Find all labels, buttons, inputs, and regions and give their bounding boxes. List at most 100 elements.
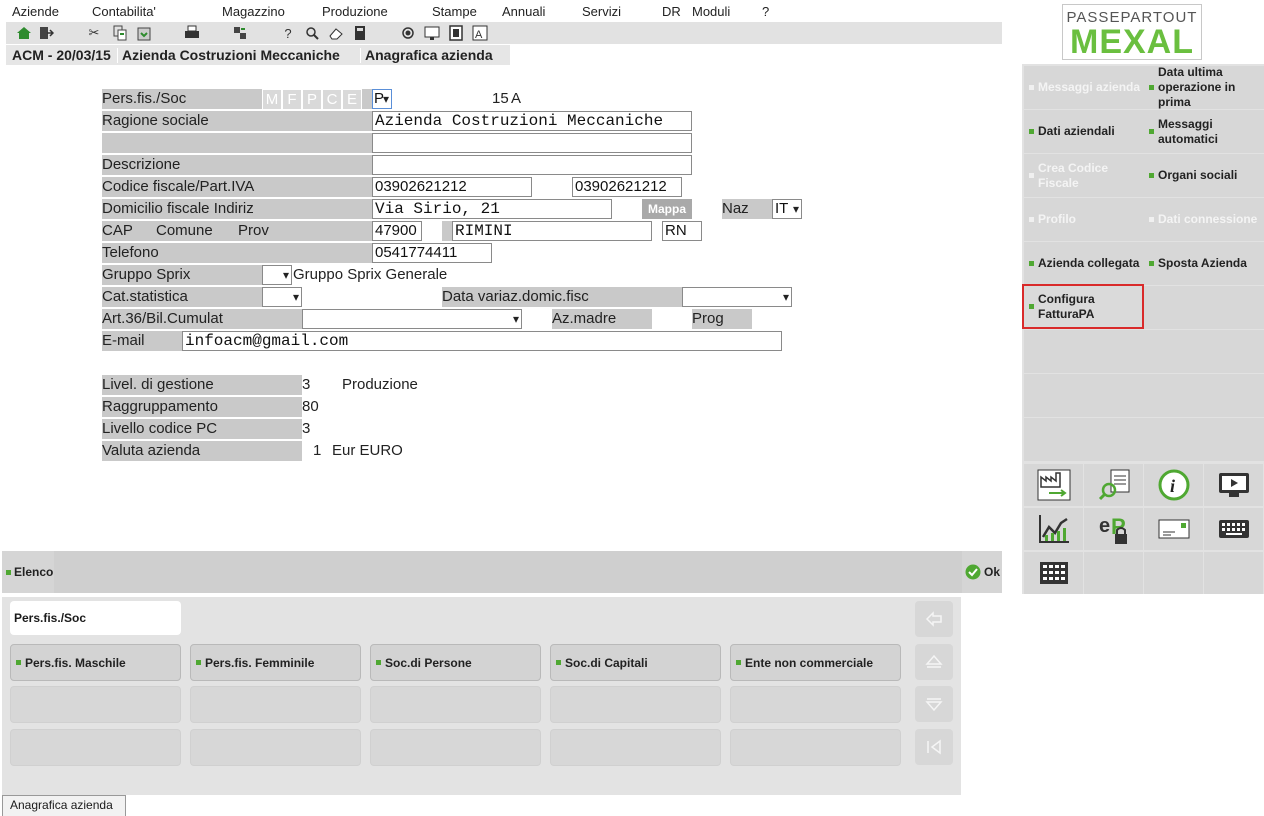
chart-icon[interactable] [1024, 508, 1083, 550]
ep-lock-icon[interactable]: eP [1084, 508, 1143, 550]
printer-icon[interactable] [184, 25, 200, 41]
eraser-icon[interactable] [328, 25, 344, 41]
data-ultima-operazione-button[interactable]: Data ultima operazione in prima [1144, 65, 1264, 109]
gruppo-sprix-label: Gruppo Sprix [102, 265, 262, 285]
ragione-sociale-input-2[interactable] [372, 133, 692, 153]
email-input[interactable]: infoacm@gmail.com [182, 331, 782, 351]
transfer-icon[interactable] [232, 25, 248, 41]
sposta-azienda-button[interactable]: Sposta Azienda [1144, 242, 1264, 285]
factory-transfer-icon[interactable] [1024, 464, 1083, 506]
calculator-icon[interactable] [352, 25, 368, 41]
menu-dr[interactable]: DR [662, 4, 681, 19]
record-icon[interactable] [400, 25, 416, 41]
menu-produzione[interactable]: Produzione [322, 4, 388, 19]
organi-sociali-button[interactable]: Organi sociali [1144, 154, 1264, 197]
window-icon[interactable] [448, 25, 464, 41]
prov-input[interactable]: RN [662, 221, 702, 241]
dati-connessione-button[interactable]: Dati connessione [1144, 198, 1264, 241]
configura-fatturapa-button[interactable]: Configura FatturaPA [1022, 284, 1144, 329]
prov-label: Prov [238, 222, 269, 239]
empty-function-slot [1024, 418, 1144, 461]
bullet-icon [6, 569, 11, 575]
exit-icon[interactable] [38, 25, 54, 41]
empty-option [370, 686, 541, 723]
nav-first-icon[interactable] [915, 729, 953, 765]
empty-icon-slot [1144, 552, 1203, 594]
livel-gestione-value: 3 [302, 376, 311, 393]
indirizzo-input[interactable]: Via Sirio, 21 [372, 199, 612, 219]
option-pers-fis-femminile[interactable]: Pers.fis. Femminile [190, 644, 361, 681]
partita-iva-input[interactable]: 03902621212 [572, 177, 682, 197]
cat-statistica-select[interactable] [262, 287, 302, 307]
menu-contabilita[interactable]: Contabilita' [92, 4, 156, 19]
menu-annuali[interactable]: Annuali [502, 4, 545, 19]
menu-servizi[interactable]: Servizi [582, 4, 621, 19]
azienda-collegata-button[interactable]: Azienda collegata [1024, 242, 1144, 285]
status-tab[interactable]: Anagrafica azienda [2, 795, 126, 816]
empty-option [190, 729, 361, 766]
comune-input[interactable]: RIMINI [452, 221, 652, 241]
cap-label: CAP [102, 222, 133, 239]
function-panel: Messaggi azienda Data ultima operazione … [1022, 64, 1264, 594]
mappa-button[interactable]: Mappa [642, 199, 692, 219]
art36-select[interactable] [302, 309, 522, 329]
art36-label: Art.36/Bil.Cumulat [102, 309, 302, 329]
help-icon[interactable]: ? [280, 25, 296, 41]
nav-page-down-icon[interactable] [915, 686, 953, 722]
copy-icon[interactable] [112, 25, 128, 41]
keyboard-icon[interactable] [1204, 508, 1263, 550]
naz-select[interactable]: IT [772, 199, 802, 219]
chip-p[interactable]: P [302, 90, 321, 109]
ok-button[interactable]: Ok [962, 551, 1002, 593]
menu-aziende[interactable]: Aziende [12, 4, 59, 19]
valuta-label: Valuta azienda [102, 441, 302, 461]
monitor-play-icon[interactable] [1204, 464, 1263, 506]
monitor-icon[interactable] [424, 25, 440, 41]
codice-fiscale-input[interactable]: 03902621212 [372, 177, 532, 197]
toolbar: ✂ ? A [6, 22, 1002, 44]
empty-option [550, 686, 721, 723]
home-icon[interactable] [16, 25, 32, 41]
crea-codice-fiscale-button[interactable]: Crea Codice Fiscale [1024, 154, 1144, 197]
svg-text:e: e [1099, 515, 1110, 537]
font-icon[interactable]: A [472, 25, 488, 41]
chip-c[interactable]: C [322, 90, 341, 109]
code-suffix: A [511, 90, 522, 107]
menu-help[interactable]: ? [762, 4, 769, 19]
menu-magazzino[interactable]: Magazzino [222, 4, 285, 19]
option-ente-non-commerciale[interactable]: Ente non commerciale [730, 644, 901, 681]
paste-icon[interactable] [136, 25, 152, 41]
cut-icon[interactable]: ✂ [86, 25, 102, 41]
envelope-icon[interactable] [1144, 508, 1203, 550]
menu-moduli[interactable]: Moduli [692, 4, 730, 19]
chip-f[interactable]: F [282, 90, 301, 109]
nav-page-up-icon[interactable] [915, 644, 953, 680]
data-variaz-select[interactable] [682, 287, 792, 307]
nav-back-icon[interactable] [915, 601, 953, 637]
option-pers-fis-maschile[interactable]: Pers.fis. Maschile [10, 644, 181, 681]
empty-option [730, 686, 901, 723]
option-soc-di-capitali[interactable]: Soc.di Capitali [550, 644, 721, 681]
gruppo-sprix-select[interactable] [262, 265, 292, 285]
messaggi-azienda-button[interactable]: Messaggi azienda [1024, 66, 1144, 109]
chip-e[interactable]: E [342, 90, 361, 109]
messaggi-automatici-button[interactable]: Messaggi automatici [1144, 110, 1264, 153]
telefono-input[interactable]: 0541774411 [372, 243, 492, 263]
dati-aziendali-button[interactable]: Dati aziendali [1024, 110, 1144, 153]
info-icon[interactable]: i [1144, 464, 1203, 506]
descrizione-input[interactable] [372, 155, 692, 175]
calculator-grid-icon[interactable] [1024, 552, 1083, 594]
option-soc-di-persone[interactable]: Soc.di Persone [370, 644, 541, 681]
chip-m[interactable]: M [262, 90, 281, 109]
pers-fis-soc-select[interactable]: P [372, 89, 392, 109]
elenco-button[interactable]: Elenco [2, 551, 54, 593]
code-number: 15 [492, 90, 509, 107]
livello-pc-label: Livello codice PC [102, 419, 302, 439]
search-document-icon[interactable] [1084, 464, 1143, 506]
empty-option [10, 686, 181, 723]
menu-stampe[interactable]: Stampe [432, 4, 477, 19]
profilo-button[interactable]: Profilo [1024, 198, 1144, 241]
cap-input[interactable]: 47900 [372, 221, 422, 241]
search-help-icon[interactable] [304, 25, 320, 41]
ragione-sociale-input[interactable]: Azienda Costruzioni Meccaniche [372, 111, 692, 131]
